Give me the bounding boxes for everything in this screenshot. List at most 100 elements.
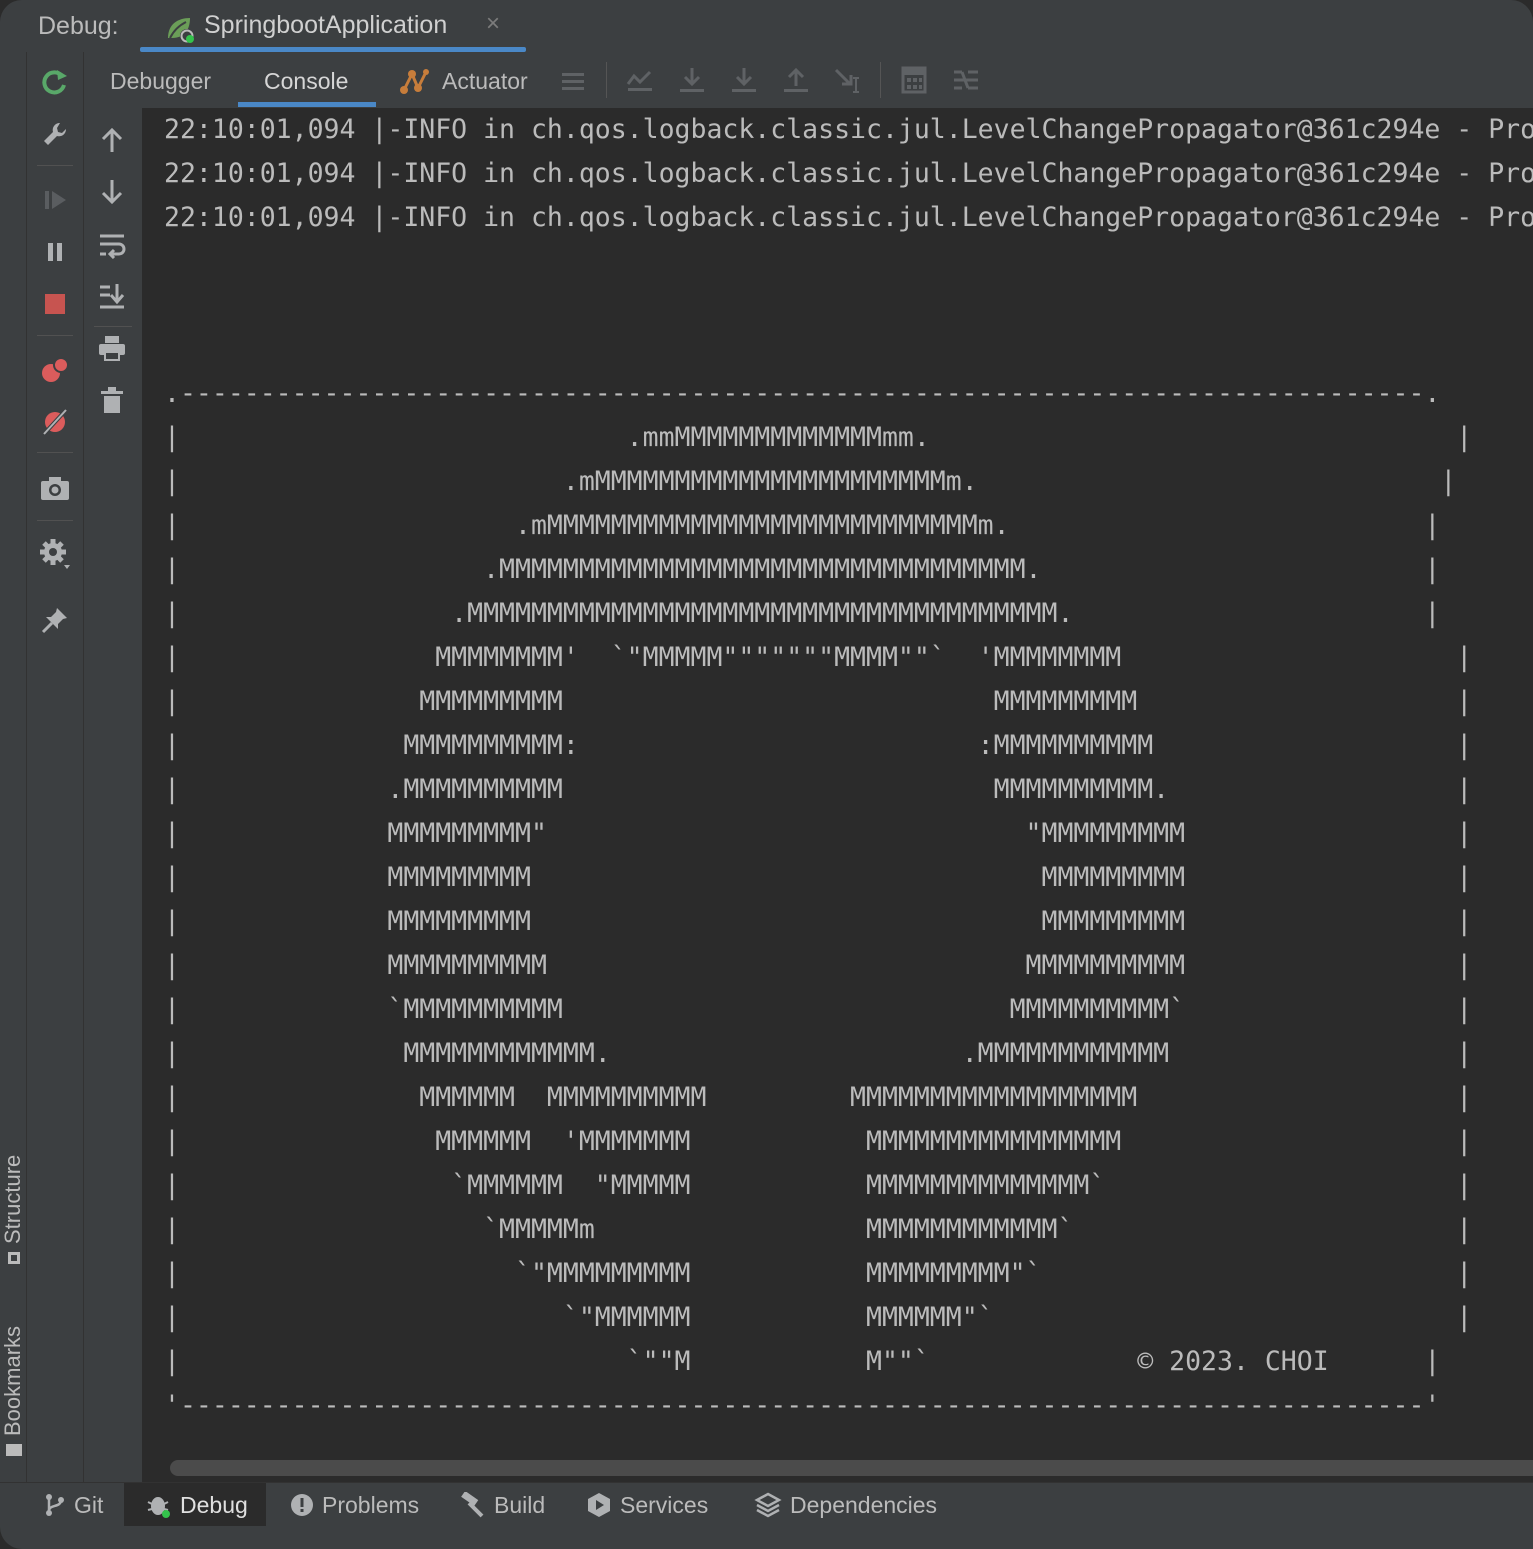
column-separator	[37, 520, 73, 521]
tab-console[interactable]: Console	[264, 68, 348, 95]
console-line: | `MMMMMM "MMMMM MMMMMMMMMMMMMM` |	[164, 1170, 1473, 1201]
console-line: | MMMMMMMMMM: :MMMMMMMMMM |	[164, 730, 1473, 761]
console-line: 22:10:01,094 |-INFO in ch.qos.logback.cl…	[164, 202, 1533, 233]
problems-icon	[290, 1493, 314, 1517]
stop-icon[interactable]	[35, 284, 75, 324]
status-strip	[0, 1526, 1533, 1549]
console-line: | .MMMMMMMMMM MMMMMMMMMM. |	[164, 774, 1473, 805]
dependencies-icon	[754, 1491, 782, 1519]
debug-header: Debug: SpringbootApplication ×	[0, 0, 1533, 53]
debug-actions-column	[27, 52, 84, 1482]
structure-tool-tab[interactable]: Structure	[0, 1155, 26, 1264]
services-label: Services	[620, 1491, 709, 1518]
console-output[interactable]: 22:10:01,094 |-INFO in ch.qos.logback.cl…	[142, 108, 1533, 1454]
console-actions-column	[84, 108, 142, 1482]
debug-tool-window: Debug: SpringbootApplication × Structure…	[0, 0, 1533, 1549]
console-line: | `"MMMMMM MMMMMM"` |	[164, 1302, 1473, 1333]
console-line: | .MMMMMMMMMMMMMMMMMMMMMMMMMMMMMMMMM. |	[164, 554, 1441, 585]
console-line: | MMMMMMMMM MMMMMMMMM |	[164, 862, 1473, 893]
console-line: | MMMMMMMMMM MMMMMMMMMM |	[164, 950, 1473, 981]
debug-toolbar: Debugger Console Actuator	[84, 52, 1533, 109]
bottom-tab-git[interactable]: Git	[44, 1483, 103, 1527]
structure-label: Structure	[0, 1154, 25, 1244]
console-line: | MMMMMM MMMMMMMMMM MMMMMMMMMMMMMMMMMM |	[164, 1082, 1473, 1113]
console-line: | .mMMMMMMMMMMMMMMMMMMMMMMm. |	[164, 466, 1457, 497]
toolbar-separator	[880, 62, 881, 98]
console-line: | MMMMMMMMMMMM. .MMMMMMMMMMMM |	[164, 1038, 1473, 1069]
console-line: 22:10:01,094 |-INFO in ch.qos.logback.cl…	[164, 158, 1533, 189]
console-line: 22:10:01,094 |-INFO in ch.qos.logback.cl…	[164, 114, 1533, 145]
run-config-label: SpringbootApplication	[204, 11, 448, 39]
dependencies-label: Dependencies	[790, 1491, 938, 1518]
console-line: | MMMMMMMMM MMMMMMMMM |	[164, 686, 1473, 717]
console-line: '---------------------------------------…	[164, 1390, 1441, 1421]
console-line: .---------------------------------------…	[164, 378, 1441, 409]
console-line: | .mmMMMMMMMMMMMMMmm. |	[164, 422, 1473, 453]
arrow-down-icon[interactable]	[92, 172, 132, 212]
horizontal-scrollbar[interactable]	[162, 1454, 1533, 1482]
show-execution-point-icon[interactable]	[624, 64, 656, 101]
left-tool-stripe: Structure Bookmarks	[0, 52, 27, 1482]
column-separator	[94, 326, 132, 327]
git-branch-icon	[44, 1492, 66, 1518]
bookmark-icon	[6, 1444, 23, 1456]
rerun-icon[interactable]	[35, 62, 75, 102]
evaluate-expression-icon[interactable]	[898, 64, 930, 101]
trash-icon[interactable]	[92, 380, 132, 420]
step-over-icon[interactable]	[676, 64, 708, 101]
console-line: | MMMMMMMMM" "MMMMMMMMM |	[164, 818, 1473, 849]
close-tab-icon[interactable]: ×	[486, 10, 500, 38]
pause-icon[interactable]	[35, 232, 75, 272]
soft-wrap-icon[interactable]	[92, 224, 132, 264]
tab-debugger[interactable]: Debugger	[110, 68, 211, 95]
active-tab-underline	[238, 102, 376, 107]
scrollbar-thumb[interactable]	[170, 1460, 1533, 1476]
bottom-tab-debug[interactable]: Debug	[124, 1483, 266, 1527]
console-line: | MMMMMM 'MMMMMMM MMMMMMMMMMMMMMMM |	[164, 1126, 1473, 1157]
wrench-icon[interactable]	[35, 114, 75, 154]
toolbar-separator	[606, 62, 607, 98]
console-line: | .mMMMMMMMMMMMMMMMMMMMMMMMMMMMm. |	[164, 510, 1441, 541]
run-to-cursor-icon[interactable]	[832, 64, 864, 101]
settings-gear-icon[interactable]	[35, 534, 75, 574]
step-out-icon[interactable]	[780, 64, 812, 101]
debug-label-bottom: Debug	[180, 1491, 248, 1518]
step-into-icon[interactable]	[728, 64, 760, 101]
mute-breakpoints-icon[interactable]	[35, 402, 75, 442]
bookmarks-label: Bookmarks	[0, 1325, 25, 1436]
bottom-tab-build[interactable]: Build	[458, 1483, 545, 1527]
bottom-tab-dependencies[interactable]: Dependencies	[754, 1483, 937, 1527]
print-icon[interactable]	[92, 328, 132, 368]
tab-actuator[interactable]: Actuator	[442, 68, 528, 95]
pin-icon[interactable]	[35, 600, 75, 640]
bottom-tab-problems[interactable]: Problems	[290, 1483, 419, 1527]
scroll-to-end-icon[interactable]	[92, 276, 132, 316]
actuator-icon	[398, 66, 430, 101]
run-config-tab[interactable]: SpringbootApplication ×	[140, 0, 526, 52]
spring-boot-icon	[164, 14, 196, 49]
console-line: | `MMMMMm MMMMMMMMMMMM` |	[164, 1214, 1473, 1245]
bottom-tool-bar: Git Debug Problems Build Services Depend…	[0, 1482, 1533, 1527]
console-line: | MMMMMMMMM MMMMMMMMM |	[164, 906, 1473, 937]
camera-icon[interactable]	[35, 468, 75, 508]
resume-icon[interactable]	[35, 180, 75, 220]
trace-current-stream-icon[interactable]	[950, 64, 982, 101]
console-line: | `""M M""` © 2023. CHOI |	[164, 1346, 1441, 1377]
console-line: | MMMMMMMM' `"MMMMM"""""""MMMM""` 'MMMMM…	[164, 642, 1473, 673]
git-label: Git	[74, 1491, 104, 1518]
view-breakpoints-icon[interactable]	[35, 350, 75, 390]
bookmarks-tool-tab[interactable]: Bookmarks	[0, 1326, 26, 1456]
arrow-up-icon[interactable]	[92, 120, 132, 160]
structure-icon	[8, 1252, 21, 1264]
bottom-tab-services[interactable]: Services	[586, 1483, 708, 1527]
hammer-icon	[458, 1492, 486, 1518]
column-separator	[37, 452, 73, 453]
bug-icon	[146, 1492, 172, 1518]
services-icon	[586, 1492, 612, 1518]
console-line: | `MMMMMMMMMM MMMMMMMMMM` |	[164, 994, 1473, 1025]
debug-label: Debug:	[38, 12, 119, 40]
column-separator	[37, 335, 73, 336]
console-line: | .MMMMMMMMMMMMMMMMMMMMMMMMMMMMMMMMMMMMM…	[164, 598, 1441, 629]
menu-lines-icon[interactable]	[558, 66, 588, 101]
console-line: | `"MMMMMMMMM MMMMMMMMM"` |	[164, 1258, 1473, 1289]
